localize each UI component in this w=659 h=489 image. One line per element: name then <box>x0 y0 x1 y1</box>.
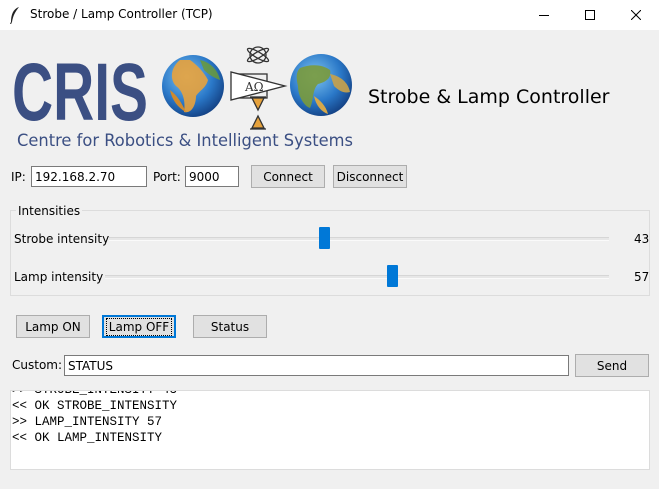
intensities-group-title: Intensities <box>16 204 83 218</box>
log-output[interactable]: >> STROBE_INTENSITY 43 << OK STROBE_INTE… <box>10 390 650 470</box>
send-label: Send <box>596 358 628 373</box>
log-line: >> STROBE_INTENSITY 43 <box>12 390 178 397</box>
lamp-intensity-label: Lamp intensity <box>14 270 104 284</box>
log-line: << OK STROBE_INTENSITY <box>12 399 178 413</box>
disconnect-label: Disconnect <box>336 169 404 184</box>
maximize-icon <box>585 10 595 20</box>
minimize-button[interactable] <box>521 0 567 30</box>
close-button[interactable] <box>613 0 659 30</box>
app-heading: Strobe & Lamp Controller <box>368 86 610 108</box>
status-label: Status <box>210 319 250 334</box>
globe-left-icon <box>162 55 224 117</box>
strobe-intensity-track[interactable] <box>109 237 609 241</box>
port-label: Port: <box>153 170 181 184</box>
minimize-icon <box>539 15 549 16</box>
svg-text:AΩ: AΩ <box>244 80 264 94</box>
lamp-on-label: Lamp ON <box>25 319 81 334</box>
send-button[interactable]: Send <box>575 354 649 377</box>
strobe-intensity-label: Strobe intensity <box>14 232 110 246</box>
logo-wordmark: CRIS <box>12 47 148 138</box>
log-line: << OK LAMP_INTENSITY <box>12 431 163 445</box>
omega-symbol-icon: AΩ <box>230 46 288 130</box>
connect-button[interactable]: Connect <box>251 165 325 188</box>
lamp-intensity-track[interactable] <box>105 275 609 279</box>
ip-label: IP: <box>11 170 26 184</box>
port-input[interactable]: 9000 <box>185 166 239 187</box>
window-title: Strobe / Lamp Controller (TCP) <box>30 7 213 21</box>
lamp-intensity-slider-thumb[interactable] <box>387 265 398 287</box>
lamp-off-button[interactable]: Lamp OFF <box>102 315 176 338</box>
disconnect-button[interactable]: Disconnect <box>333 165 407 188</box>
globe-right-icon <box>290 54 352 116</box>
log-line: >> LAMP_INTENSITY 57 <box>12 415 163 429</box>
logo-subtitle: Centre for Robotics & Intelligent System… <box>17 131 353 151</box>
cris-logo: CRIS AΩ Centre for Robotics & Intelligen… <box>12 46 353 151</box>
intensities-group <box>10 210 650 296</box>
custom-label: Custom: <box>12 358 63 372</box>
status-button[interactable]: Status <box>193 315 267 338</box>
strobe-intensity-slider-thumb[interactable] <box>319 227 330 249</box>
close-icon <box>631 10 641 20</box>
connect-label: Connect <box>263 169 313 184</box>
lamp-intensity-value: 57 <box>634 270 650 284</box>
custom-command-input[interactable]: STATUS <box>64 355 569 376</box>
ip-input[interactable]: 192.168.2.70 <box>31 166 147 187</box>
maximize-button[interactable] <box>567 0 613 30</box>
title-bar: Strobe / Lamp Controller (TCP) <box>0 0 659 30</box>
lamp-on-button[interactable]: Lamp ON <box>16 315 90 338</box>
lamp-off-label: Lamp OFF <box>105 317 173 336</box>
strobe-intensity-value: 43 <box>634 232 650 246</box>
feather-icon <box>10 7 19 24</box>
